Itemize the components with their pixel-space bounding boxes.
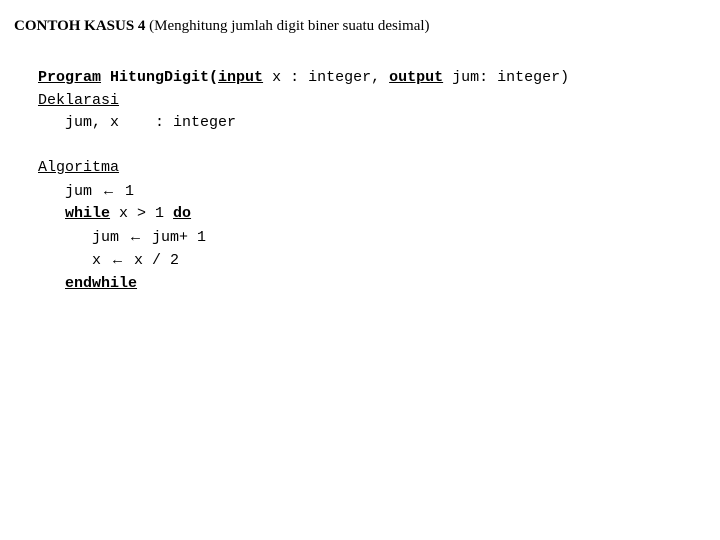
- arrow-icon: ←: [128, 228, 143, 245]
- arrow-icon: ←: [110, 251, 125, 268]
- arrow-icon: ←: [101, 182, 116, 199]
- prog-name: HitungDigit(: [101, 69, 218, 86]
- kw-endwhile: endwhile: [65, 275, 137, 292]
- kw-input: input: [218, 69, 263, 86]
- line-xdiv-b: x / 2: [125, 252, 179, 269]
- pseudocode-block: Program HitungDigit(input x : integer, o…: [38, 67, 706, 295]
- sig-mid: x : integer,: [263, 69, 389, 86]
- kw-while: while: [65, 205, 110, 222]
- kw-output: output: [389, 69, 443, 86]
- line-jumplus-b: jum+ 1: [143, 229, 206, 246]
- kw-do: do: [173, 205, 191, 222]
- line-jumplus-a: jum: [38, 229, 128, 246]
- sig-end: jum: integer): [443, 69, 569, 86]
- title-line: CONTOH KASUS 4 (Menghitung jumlah digit …: [14, 18, 706, 35]
- kw-deklarasi: Deklarasi: [38, 92, 119, 109]
- kw-algoritma: Algoritma: [38, 159, 119, 176]
- line-jum-1a: jum: [38, 183, 101, 200]
- line-jum-1b: 1: [116, 183, 134, 200]
- title-sub: (Menghitung jumlah digit biner suatu des…: [145, 18, 429, 34]
- kw-program: Program: [38, 69, 101, 86]
- while-cond: x > 1: [110, 205, 173, 222]
- decl-vars: jum, x : integer: [38, 114, 236, 131]
- page-root: CONTOH KASUS 4 (Menghitung jumlah digit …: [0, 0, 720, 313]
- title-heading: CONTOH KASUS 4: [14, 18, 145, 34]
- line-xdiv-a: x: [38, 252, 110, 269]
